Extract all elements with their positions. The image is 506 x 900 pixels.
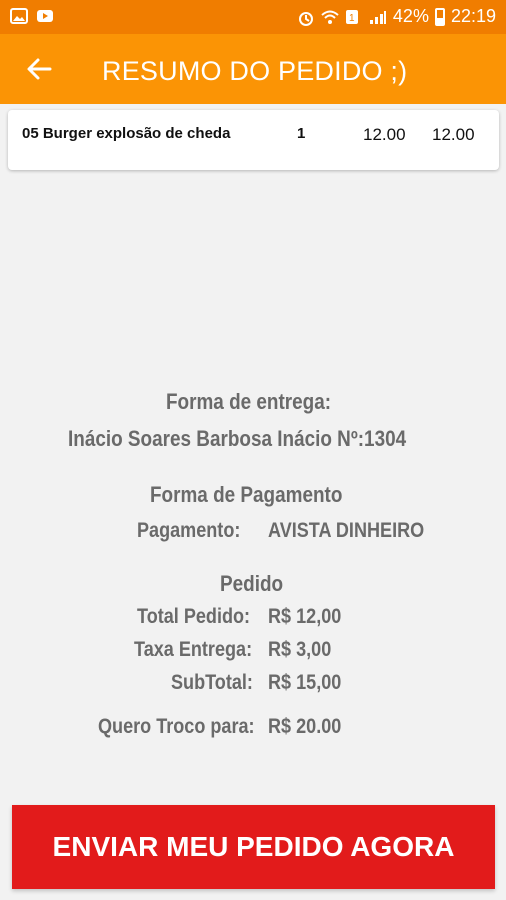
page-title: RESUMO DO PEDIDO ;) (102, 56, 408, 86)
signal-bars-icon (369, 9, 387, 25)
total-label: Total Pedido: (137, 605, 251, 628)
payment-heading: Forma de Pagamento (150, 482, 343, 507)
app-bar: RESUMO DO PEDIDO ;) (0, 34, 506, 104)
status-time: 22:19 (450, 6, 496, 26)
subtotal-label: SubTotal: (171, 671, 253, 694)
total-value: R$ 12,00 (268, 605, 342, 628)
alarm-icon (297, 9, 315, 26)
order-heading: Pedido (220, 571, 284, 596)
status-right: 1 42% 22:19 (297, 6, 496, 27)
order-item-card: 05 Burger explosão de cheda 1 12.00 12.0… (8, 110, 499, 170)
delivery-address: Inácio Soares Barbosa Inácio Nº:1304 (68, 426, 407, 451)
battery-percent: 42% (392, 6, 429, 26)
youtube-notification-icon (36, 8, 54, 24)
fee-label: Taxa Entrega: (134, 638, 253, 661)
send-order-button[interactable]: ENVIAR MEU PEDIDO AGORA (12, 805, 495, 889)
change-value: R$ 20.00 (268, 715, 342, 738)
item-total: 12.00 (432, 125, 475, 144)
image-notification-icon (10, 8, 28, 24)
svg-text:1: 1 (349, 13, 355, 24)
arrow-left-icon[interactable] (24, 54, 54, 84)
status-left (10, 8, 54, 24)
fee-value: R$ 3,00 (268, 638, 332, 661)
item-qty: 1 (297, 125, 306, 142)
payment-label: Pagamento: (137, 519, 241, 542)
payment-value: AVISTA DINHEIRO (268, 519, 425, 542)
item-unit-price: 12.00 (363, 125, 406, 144)
status-bar: 1 42% 22:19 (0, 0, 506, 34)
subtotal-value: R$ 15,00 (268, 671, 342, 694)
item-name: 05 Burger explosão de cheda (22, 125, 231, 142)
sim-icon: 1 (345, 9, 363, 25)
change-label: Quero Troco para: (98, 715, 255, 738)
wifi-icon (321, 9, 339, 25)
battery-icon (434, 7, 445, 26)
delivery-heading: Forma de entrega: (166, 389, 332, 414)
